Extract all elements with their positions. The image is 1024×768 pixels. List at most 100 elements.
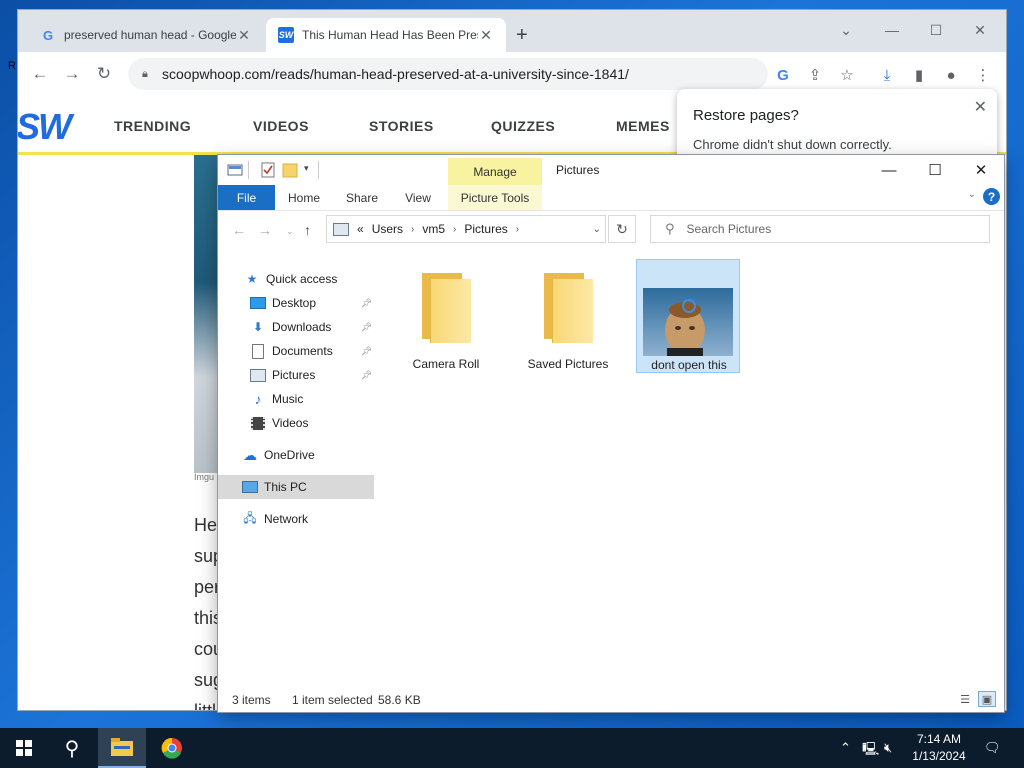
reload-icon[interactable]: ↻	[92, 62, 116, 86]
address-bar[interactable]: 🔒︎ scoopwhoop.com/reads/human-head-prese…	[128, 58, 768, 90]
back-arrow-icon[interactable]: ←	[28, 62, 52, 86]
nav-desktop[interactable]: Desktop 📌︎	[250, 291, 376, 315]
restore-subtitle: Chrome didn't shut down correctly.	[693, 137, 892, 152]
chevron-right-icon[interactable]: ›	[411, 224, 414, 235]
share-icon[interactable]: ⇪	[804, 64, 826, 86]
tab-share[interactable]: Share	[338, 185, 386, 210]
nav-link-quizzes[interactable]: QUIZZES	[491, 118, 555, 134]
nav-onedrive[interactable]: ☁ OneDrive	[242, 443, 378, 467]
search-box[interactable]: ⚲	[650, 215, 990, 243]
forward-arrow-icon[interactable]: →	[60, 62, 84, 86]
system-clock[interactable]: 7:14 AM 1/13/2024	[906, 731, 972, 765]
chevron-right-icon[interactable]: ›	[516, 224, 519, 235]
forward-arrow-icon[interactable]: →	[258, 222, 272, 238]
search-input[interactable]	[684, 221, 979, 237]
tab-picture-tools[interactable]: Picture Tools	[448, 185, 542, 210]
folder-icon	[540, 273, 596, 343]
folder-item[interactable]: Camera Roll	[394, 259, 498, 373]
search-icon[interactable]: ⚲	[48, 728, 96, 768]
show-hidden-icons-chevron-icon[interactable]: ⌃	[840, 740, 851, 756]
refresh-icon[interactable]: ↻	[608, 215, 636, 243]
properties-icon[interactable]	[227, 162, 243, 178]
site-logo[interactable]: SW	[18, 106, 72, 148]
new-tab-button[interactable]: +	[516, 24, 528, 47]
pin-icon[interactable]: 📌︎	[361, 322, 372, 333]
tab-google-search[interactable]: G preserved human head - Google ✕	[28, 18, 264, 52]
up-arrow-icon[interactable]: ↑	[304, 222, 311, 238]
image-file-item[interactable]: dont open this	[636, 259, 740, 373]
pin-icon[interactable]: 📌︎	[361, 346, 372, 357]
nav-music[interactable]: ♪ Music	[250, 387, 376, 411]
windows-start-icon[interactable]	[0, 728, 48, 768]
nav-network[interactable]: 🖧︎ Network	[242, 507, 378, 531]
menu-kebab-icon[interactable]: ⋮	[972, 64, 994, 86]
nav-videos[interactable]: Videos	[250, 411, 376, 435]
nav-link-videos[interactable]: VIDEOS	[253, 118, 309, 134]
close-tab-icon[interactable]: ✕	[236, 27, 252, 44]
pin-icon[interactable]: 📌︎	[361, 370, 372, 381]
large-icons-view-icon[interactable]: ▣	[978, 691, 996, 707]
nav-pictures[interactable]: Pictures 📌︎	[250, 363, 376, 387]
volume-muted-icon[interactable]: 🔇︎	[884, 740, 892, 756]
minimize-button[interactable]: —	[872, 16, 912, 44]
tab-file[interactable]: File	[218, 185, 275, 210]
computer-icon	[242, 479, 258, 495]
close-window-button[interactable]: ✕	[958, 155, 1004, 185]
bookmark-star-icon[interactable]: ☆	[836, 64, 858, 86]
expand-ribbon-chevron-icon[interactable]: ⌄	[968, 189, 976, 200]
maximize-button[interactable]: ☐	[912, 155, 958, 185]
recent-locations-chevron-icon[interactable]: ⌄	[286, 226, 294, 237]
new-folder-icon[interactable]	[282, 162, 298, 178]
status-bar: 3 items 1 item selected 58.6 KB ☰ ▣	[218, 689, 1004, 711]
qat-dropdown-icon[interactable]: ▾	[304, 163, 309, 174]
maximize-button[interactable]: ☐	[916, 16, 956, 44]
chrome-taskbar-icon[interactable]	[148, 728, 196, 768]
google-g-icon: G	[42, 27, 54, 43]
nav-quick-access[interactable]: ★ Quick access	[244, 267, 378, 291]
nav-link-memes[interactable]: MEMES	[616, 118, 670, 134]
nav-this-pc[interactable]: This PC	[218, 475, 374, 499]
breadcrumb-pictures[interactable]: Pictures	[464, 222, 507, 236]
help-icon[interactable]: ?	[983, 188, 1000, 205]
breadcrumb-vm5[interactable]: vm5	[422, 222, 445, 236]
tab-view[interactable]: View	[394, 185, 442, 210]
tab-search-chevron-icon[interactable]: ⌄	[826, 16, 866, 44]
image-caption: Imgu	[194, 472, 215, 482]
close-tab-icon[interactable]: ✕	[478, 27, 494, 44]
network-status-icon[interactable]: 🖳︎	[862, 740, 879, 762]
ribbon-tabs: File Home Share View Picture Tools ⌄ ?	[218, 185, 1004, 211]
google-lens-icon[interactable]: G	[772, 64, 794, 86]
nav-downloads[interactable]: ⬇ Downloads 📌︎	[250, 315, 376, 339]
address-bar[interactable]: « Users › vm5 › Pictures › ⌄	[326, 215, 606, 243]
chevron-right-icon[interactable]: ›	[453, 224, 456, 235]
minimize-button[interactable]: —	[866, 155, 912, 185]
breadcrumb-users[interactable]: Users	[372, 222, 403, 236]
tab-title: preserved human head - Google	[64, 28, 236, 42]
file-explorer-taskbar-icon[interactable]	[98, 728, 146, 768]
nav-documents[interactable]: Documents 📌︎	[250, 339, 376, 363]
side-panel-icon[interactable]: ▮	[908, 64, 930, 86]
downloads-icon[interactable]: ⤓	[876, 64, 898, 86]
address-dropdown-icon[interactable]: ⌄	[593, 224, 601, 235]
taskbar: ⚲ ⌃ 🖳︎ 🔇︎ 7:14 AM 1/13/2024 🗨︎	[0, 728, 1024, 768]
manage-tab[interactable]: Manage	[448, 158, 542, 185]
close-window-button[interactable]: ✕	[960, 16, 1000, 44]
profile-avatar-icon[interactable]: ●	[940, 64, 962, 86]
back-arrow-icon[interactable]: ←	[232, 222, 246, 238]
close-icon[interactable]: ✕	[974, 97, 987, 117]
notifications-icon[interactable]: 🗨︎	[984, 740, 1001, 756]
nav-label: Pictures	[272, 368, 316, 382]
file-explorer-window: ▾ Manage Pictures — ☐ ✕ File Home Share …	[218, 155, 1004, 712]
pin-icon[interactable]: 📌︎	[361, 298, 372, 309]
breadcrumb-overflow[interactable]: «	[357, 222, 364, 236]
cloud-icon: ☁	[243, 446, 257, 463]
details-view-icon[interactable]: ☰	[956, 691, 974, 707]
checklist-icon[interactable]	[260, 162, 276, 178]
tab-scoopwhoop-article[interactable]: SW This Human Head Has Been Pres ✕	[266, 18, 506, 52]
folder-item[interactable]: Saved Pictures	[516, 259, 620, 373]
tab-home[interactable]: Home	[280, 185, 328, 210]
pictures-icon	[250, 367, 266, 383]
nav-link-trending[interactable]: TRENDING	[114, 118, 191, 134]
nav-label: Documents	[272, 344, 333, 358]
nav-link-stories[interactable]: STORIES	[369, 118, 434, 134]
